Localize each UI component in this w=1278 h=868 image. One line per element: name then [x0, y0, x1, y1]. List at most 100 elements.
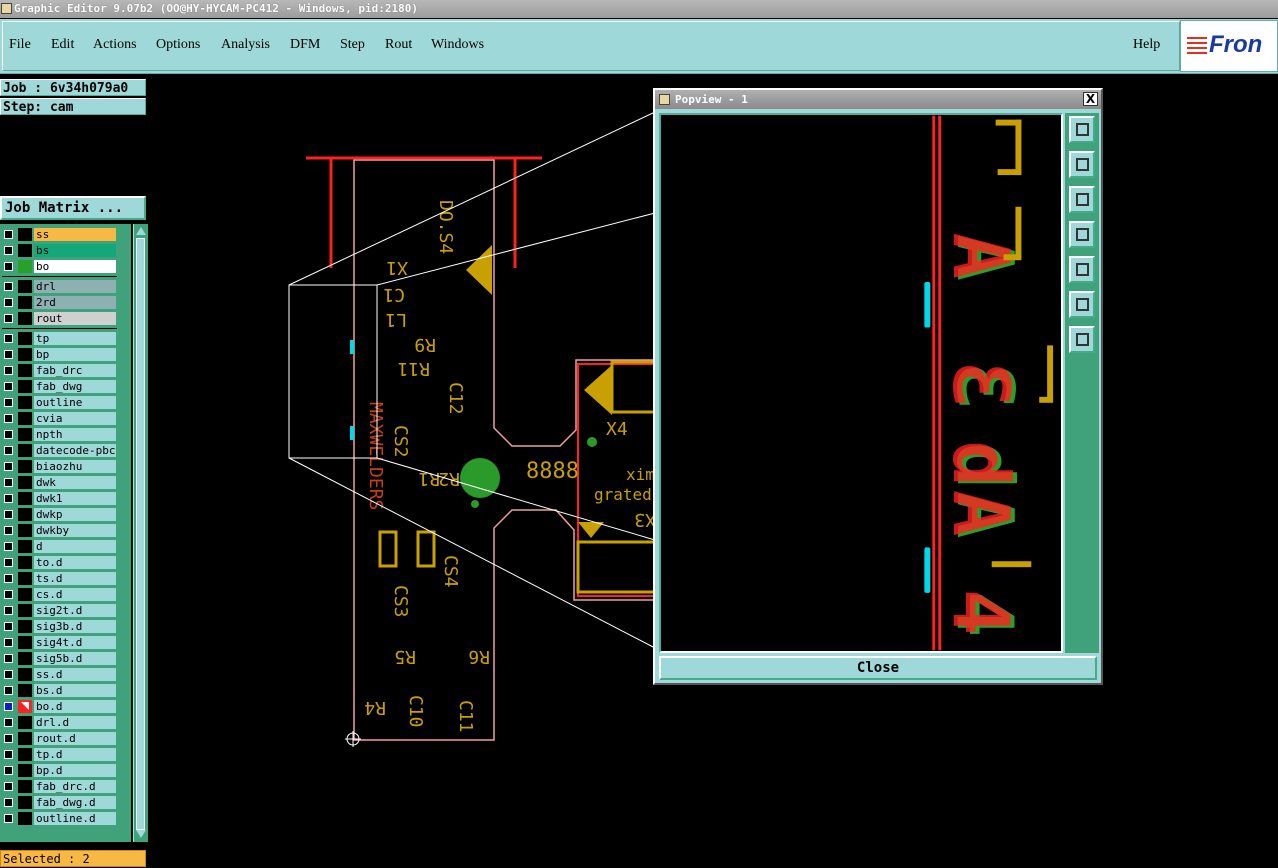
- layer-checkbox[interactable]: [4, 398, 13, 407]
- menu-file[interactable]: File: [9, 37, 31, 53]
- layer-color-swatch[interactable]: [18, 732, 32, 745]
- layer-checkbox[interactable]: [4, 262, 13, 271]
- popview-zoom-in-icon[interactable]: [1069, 291, 1095, 318]
- layer-checkbox[interactable]: [4, 750, 13, 759]
- layer-checkbox[interactable]: [4, 382, 13, 391]
- layer-name[interactable]: drl.d: [34, 716, 116, 729]
- layer-row-ss[interactable]: ss: [0, 227, 131, 242]
- layer-color-swatch[interactable]: [18, 524, 32, 537]
- layer-name[interactable]: sig2t.d: [34, 604, 116, 617]
- layer-row-outline-d[interactable]: outline.d: [0, 811, 131, 826]
- layer-checkbox[interactable]: [4, 782, 13, 791]
- layer-name[interactable]: bo: [34, 260, 116, 273]
- layer-checkbox[interactable]: [4, 246, 13, 255]
- layer-color-swatch[interactable]: [18, 296, 32, 309]
- layer-row-dwkby[interactable]: dwkby: [0, 523, 131, 538]
- layer-name[interactable]: fab_drc: [34, 364, 116, 377]
- layer-checkbox[interactable]: [4, 686, 13, 695]
- layer-color-swatch[interactable]: [18, 812, 32, 825]
- layer-row-dwk[interactable]: dwk: [0, 475, 131, 490]
- layer-checkbox[interactable]: [4, 798, 13, 807]
- layer-color-swatch[interactable]: [18, 476, 32, 489]
- layer-color-swatch[interactable]: [18, 556, 32, 569]
- popview-close-icon[interactable]: X: [1083, 92, 1098, 106]
- menu-actions[interactable]: Actions: [93, 37, 137, 53]
- layer-color-swatch[interactable]: [18, 460, 32, 473]
- layer-color-swatch[interactable]: [18, 764, 32, 777]
- layer-row-bs-d[interactable]: bs.d: [0, 683, 131, 698]
- layer-name[interactable]: tp.d: [34, 748, 116, 761]
- layer-checkbox[interactable]: [4, 510, 13, 519]
- menu-help[interactable]: Help: [1133, 37, 1160, 53]
- layer-color-swatch[interactable]: [18, 636, 32, 649]
- layer-row-dwk1[interactable]: dwk1: [0, 491, 131, 506]
- layer-row-fab-dwg-d[interactable]: fab_dwg.d: [0, 795, 131, 810]
- layer-color-swatch[interactable]: [18, 492, 32, 505]
- menu-step[interactable]: Step: [340, 37, 365, 53]
- layer-name[interactable]: datecode-pbc: [34, 444, 116, 457]
- layer-color-swatch[interactable]: [18, 572, 32, 585]
- layer-checkbox[interactable]: [4, 638, 13, 647]
- layer-checkbox[interactable]: [4, 606, 13, 615]
- layer-name[interactable]: ss: [34, 228, 116, 241]
- layer-name[interactable]: ts.d: [34, 572, 116, 585]
- layer-row-sig3b-d[interactable]: sig3b.d: [0, 619, 131, 634]
- layer-name[interactable]: rout: [34, 312, 116, 325]
- layer-row-dwkp[interactable]: dwkp: [0, 507, 131, 522]
- layer-row-cvia[interactable]: cvia: [0, 411, 131, 426]
- layer-color-swatch[interactable]: [18, 796, 32, 809]
- layer-row-bp-d[interactable]: bp.d: [0, 763, 131, 778]
- layer-name[interactable]: fab_drc.d: [34, 780, 116, 793]
- layer-checkbox[interactable]: [4, 366, 13, 375]
- layer-color-swatch[interactable]: [18, 508, 32, 521]
- layer-color-swatch[interactable]: [18, 588, 32, 601]
- layer-color-swatch[interactable]: [18, 604, 32, 617]
- layer-color-swatch[interactable]: [18, 380, 32, 393]
- layer-row-2rd[interactable]: 2rd: [0, 295, 131, 310]
- layer-checkbox[interactable]: [4, 282, 13, 291]
- layer-row-bs[interactable]: bs: [0, 243, 131, 258]
- layer-color-swatch[interactable]: [18, 428, 32, 441]
- layer-name[interactable]: outline.d: [34, 812, 116, 825]
- layer-name[interactable]: bp.d: [34, 764, 116, 777]
- layer-color-swatch[interactable]: [18, 396, 32, 409]
- layer-row-cs-d[interactable]: cs.d: [0, 587, 131, 602]
- layer-name[interactable]: dwkp: [34, 508, 116, 521]
- layer-name[interactable]: 2rd: [34, 296, 116, 309]
- menu-rout[interactable]: Rout: [385, 37, 412, 53]
- menu-dfm[interactable]: DFM: [290, 37, 320, 53]
- layer-row-ss-d[interactable]: ss.d: [0, 667, 131, 682]
- popview-zoom-home-icon[interactable]: [1069, 116, 1095, 143]
- layer-color-swatch[interactable]: [18, 348, 32, 361]
- layer-name[interactable]: cvia: [34, 412, 116, 425]
- layer-color-swatch[interactable]: [18, 332, 32, 345]
- layer-checkbox[interactable]: [4, 702, 13, 711]
- layer-name[interactable]: rout.d: [34, 732, 116, 745]
- layer-checkbox[interactable]: [4, 478, 13, 487]
- layer-name[interactable]: ss.d: [34, 668, 116, 681]
- layer-name[interactable]: fab_dwg.d: [34, 796, 116, 809]
- layer-checkbox[interactable]: [4, 814, 13, 823]
- layer-name[interactable]: sig4t.d: [34, 636, 116, 649]
- popview-close-button[interactable]: Close: [659, 656, 1097, 680]
- layer-name[interactable]: bp: [34, 348, 116, 361]
- layer-color-swatch[interactable]: [18, 412, 32, 425]
- popview-pan-left-icon[interactable]: [1069, 221, 1095, 248]
- layer-color-swatch[interactable]: [18, 244, 32, 257]
- layer-name[interactable]: npth: [34, 428, 116, 441]
- layer-checkbox[interactable]: [4, 718, 13, 727]
- layer-name[interactable]: bs: [34, 244, 116, 257]
- job-matrix-button[interactable]: Job Matrix ...: [0, 196, 146, 220]
- layer-color-swatch[interactable]: [18, 668, 32, 681]
- layer-row-rout-d[interactable]: rout.d: [0, 731, 131, 746]
- popview-zoom-out-icon[interactable]: [1069, 326, 1095, 353]
- layer-name[interactable]: bs.d: [34, 684, 116, 697]
- layer-row-drl[interactable]: drl: [0, 279, 131, 294]
- layer-checkbox[interactable]: [4, 230, 13, 239]
- layer-row-bo-d[interactable]: bo.d: [0, 699, 131, 714]
- layer-color-swatch[interactable]: [18, 620, 32, 633]
- layer-name[interactable]: dwk: [34, 476, 116, 489]
- layer-row-fab-dwg[interactable]: fab_dwg: [0, 379, 131, 394]
- layer-color-swatch[interactable]: [18, 540, 32, 553]
- popview-pan-up-icon[interactable]: [1069, 151, 1095, 178]
